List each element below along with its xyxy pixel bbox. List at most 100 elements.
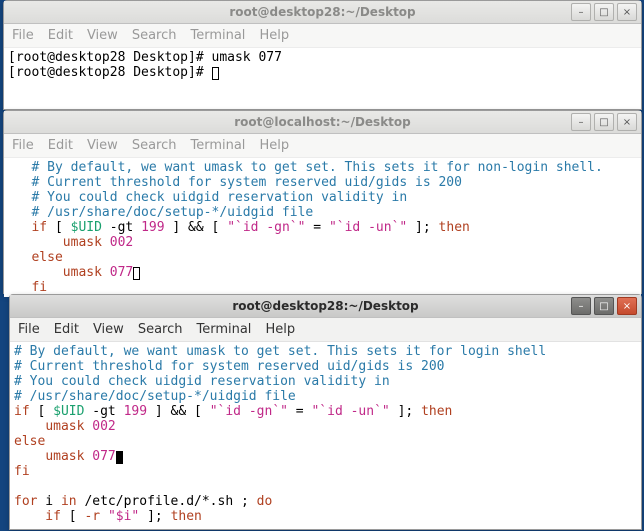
command-text: umask 077 (212, 50, 282, 65)
menu-search[interactable]: Search (132, 28, 177, 43)
menu-terminal[interactable]: Terminal (190, 28, 245, 43)
code-text: i (37, 494, 60, 509)
code-comment: # Current threshold for system reserved … (8, 175, 462, 190)
code-text: ]; (390, 404, 421, 419)
code-text (14, 449, 45, 464)
menu-terminal[interactable]: Terminal (190, 138, 245, 153)
menu-view[interactable]: View (93, 322, 124, 337)
menu-search[interactable]: Search (138, 322, 183, 337)
window-controls: – □ × (571, 113, 637, 131)
code-comment: # /usr/share/doc/setup-*/uidgid file (8, 205, 313, 220)
cursor-icon (212, 67, 219, 80)
terminal-window-2: root@localhost:~/Desktop – □ × File Edit… (3, 110, 642, 294)
titlebar[interactable]: root@localhost:~/Desktop – □ × (4, 111, 641, 134)
code-keyword: umask (45, 449, 92, 464)
maximize-icon[interactable]: □ (594, 113, 614, 131)
menu-edit[interactable]: Edit (54, 322, 79, 337)
menu-help[interactable]: Help (259, 138, 289, 153)
code-keyword: else (8, 250, 63, 265)
code-text: -gt (102, 220, 141, 235)
menu-edit[interactable]: Edit (48, 138, 73, 153)
window-title: root@localhost:~/Desktop (4, 115, 641, 129)
terminal-window-1: root@desktop28:~/Desktop – □ × File Edit… (3, 0, 642, 110)
titlebar[interactable]: root@desktop28:~/Desktop – □ × (4, 1, 641, 24)
code-keyword: then (421, 404, 452, 419)
terminal-window-3: root@desktop28:~/Desktop – □ × File Edit… (9, 294, 642, 530)
code-comment: # You could check uidgid reservation val… (8, 190, 407, 205)
prompt: [root@desktop28 Desktop]# (8, 50, 212, 65)
code-number: 002 (92, 419, 115, 434)
code-keyword: then (171, 509, 202, 524)
minimize-icon[interactable]: – (571, 297, 591, 315)
code-keyword: for (14, 494, 37, 509)
code-comment: # /usr/share/doc/setup-*/uidgid file (14, 389, 296, 404)
code-text: [ (47, 220, 70, 235)
code-keyword: in (61, 494, 77, 509)
terminal-area[interactable]: # By default, we want umask to get set. … (10, 342, 641, 526)
menubar: File Edit View Search Terminal Help (4, 134, 641, 158)
menu-view[interactable]: View (87, 28, 118, 43)
window-title: root@desktop28:~/Desktop (10, 299, 641, 313)
code-text (8, 235, 63, 250)
close-icon[interactable]: × (617, 3, 637, 21)
code-number: 199 (141, 220, 164, 235)
code-string: "`id -gn`" (210, 404, 288, 419)
code-text: /etc/profile.d/*.sh ; (77, 494, 257, 509)
code-comment: # You could check uidgid reservation val… (14, 374, 390, 389)
maximize-icon[interactable]: □ (594, 297, 614, 315)
titlebar[interactable]: root@desktop28:~/Desktop – □ × (10, 295, 641, 318)
code-text (8, 265, 63, 280)
code-string: "`id -un`" (311, 404, 389, 419)
code-keyword: else (14, 434, 45, 449)
menu-terminal[interactable]: Terminal (196, 322, 251, 337)
code-text (14, 419, 45, 434)
code-comment: # Current threshold for system reserved … (14, 359, 444, 374)
code-keyword: if (14, 404, 30, 419)
menu-file[interactable]: File (12, 28, 34, 43)
code-number: 077 (92, 449, 115, 464)
code-variable: $UID (71, 220, 102, 235)
close-icon[interactable]: × (617, 113, 637, 131)
menu-edit[interactable]: Edit (48, 28, 73, 43)
minimize-icon[interactable]: – (571, 113, 591, 131)
code-string: "`id -gn`" (227, 220, 305, 235)
code-comment: # By default, we want umask to get set. … (14, 344, 546, 359)
menubar: File Edit View Search Terminal Help (10, 318, 641, 342)
code-number: 002 (110, 235, 133, 250)
menu-view[interactable]: View (87, 138, 118, 153)
code-number: 077 (110, 265, 133, 280)
cursor-icon (133, 267, 140, 280)
cursor-icon (116, 451, 123, 464)
code-text: -gt (84, 404, 123, 419)
code-keyword: umask (63, 265, 110, 280)
code-text: ] && [ (147, 404, 210, 419)
code-keyword: do (257, 494, 273, 509)
close-icon[interactable]: × (617, 297, 637, 315)
code-keyword: fi (14, 464, 30, 479)
menubar: File Edit View Search Terminal Help (4, 24, 641, 48)
code-string: "$i" (108, 509, 139, 524)
code-variable: $UID (53, 404, 84, 419)
prompt: [root@desktop28 Desktop]# (8, 65, 212, 80)
menu-file[interactable]: File (12, 138, 34, 153)
code-keyword: -r (84, 509, 100, 524)
code-comment: # By default, we want umask to get set. … (8, 160, 603, 175)
window-title: root@desktop28:~/Desktop (4, 5, 641, 19)
code-text: ]; (407, 220, 438, 235)
code-text: ]; (139, 509, 170, 524)
terminal-area[interactable]: [root@desktop28 Desktop]# umask 077 [roo… (4, 48, 641, 82)
menu-search[interactable]: Search (132, 138, 177, 153)
menu-file[interactable]: File (18, 322, 40, 337)
code-string: "`id -un`" (329, 220, 407, 235)
code-keyword: if (14, 509, 61, 524)
maximize-icon[interactable]: □ (594, 3, 614, 21)
code-keyword: then (439, 220, 470, 235)
code-text: = (305, 220, 328, 235)
terminal-area[interactable]: # By default, we want umask to get set. … (4, 158, 641, 297)
minimize-icon[interactable]: – (571, 3, 591, 21)
code-text: [ (30, 404, 53, 419)
code-text (100, 509, 108, 524)
menu-help[interactable]: Help (259, 28, 289, 43)
menu-help[interactable]: Help (265, 322, 295, 337)
window-controls: – □ × (571, 297, 637, 315)
